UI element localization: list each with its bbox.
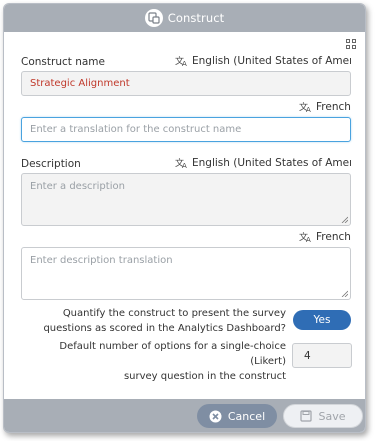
source-language-label: English (United States of Amer… [192,55,351,67]
translation-language-label: French [316,101,351,113]
resize-grip-icon[interactable] [341,290,348,297]
description-translation-language: 文 A French [299,231,351,243]
grid-icon[interactable] [346,39,357,50]
construct-name-translation-placeholder: Enter a translation for the construct na… [30,124,242,135]
dialog-titlebar: Construct [4,4,365,32]
likert-question-line2: survey question in the construct [123,371,286,382]
construct-icon [144,9,163,27]
cancel-label: Cancel [227,409,266,423]
save-label: Save [318,409,346,423]
translate-icon: 文 A [299,231,311,243]
description-placeholder: Enter a description [30,181,125,192]
description-source-language: 文 A English (United States of Amer… [175,157,351,169]
source-language-label: English (United States of Amer… [192,157,351,169]
translate-icon: 文 A [175,157,187,169]
description-textarea[interactable]: Enter a description [21,173,351,226]
save-button[interactable]: Save [283,404,363,428]
save-icon [300,410,313,422]
likert-options-question: Default number of options for a single-c… [24,339,286,384]
translate-icon: 文 A [175,55,187,67]
cancel-icon [209,410,222,423]
construct-name-translation-language: 文 A French [299,101,351,113]
cancel-button[interactable]: Cancel [197,404,277,428]
construct-name-translation-input[interactable]: Enter a translation for the construct na… [21,117,351,142]
quantify-question-line1: Quantify the construct to present the su… [62,308,286,319]
translate-icon: 文 A [299,101,311,113]
description-translation-placeholder: Enter description translation [30,255,173,266]
quantify-toggle[interactable]: Yes [293,310,351,330]
likert-question-line1: Default number of options for a single-c… [59,341,286,367]
svg-text:A: A [182,60,187,67]
likert-options-input[interactable]: 4 [292,343,352,368]
description-translation-textarea[interactable]: Enter description translation [21,247,351,300]
construct-name-field[interactable]: Strategic Alignment [21,71,351,96]
quantify-toggle-label: Yes [313,314,331,326]
resize-grip-icon[interactable] [341,216,348,223]
translation-language-label: French [316,231,351,243]
construct-name-source-language: 文 A English (United States of Amer… [175,55,351,67]
svg-text:A: A [182,162,187,169]
dialog-title: Construct [167,11,225,25]
construct-name-value: Strategic Alignment [30,78,130,89]
construct-dialog: Construct Construct name 文 A English (Un… [3,3,366,433]
svg-text:A: A [306,236,311,243]
construct-name-label: Construct name [21,56,105,68]
dialog-footer: Cancel Save [4,399,365,432]
description-label: Description [21,158,81,170]
likert-options-value: 4 [304,349,311,362]
quantify-question: Quantify the construct to present the su… [24,306,286,336]
quantify-question-line2: questions as scored in the Analytics Das… [43,323,286,334]
svg-text:A: A [306,106,311,113]
